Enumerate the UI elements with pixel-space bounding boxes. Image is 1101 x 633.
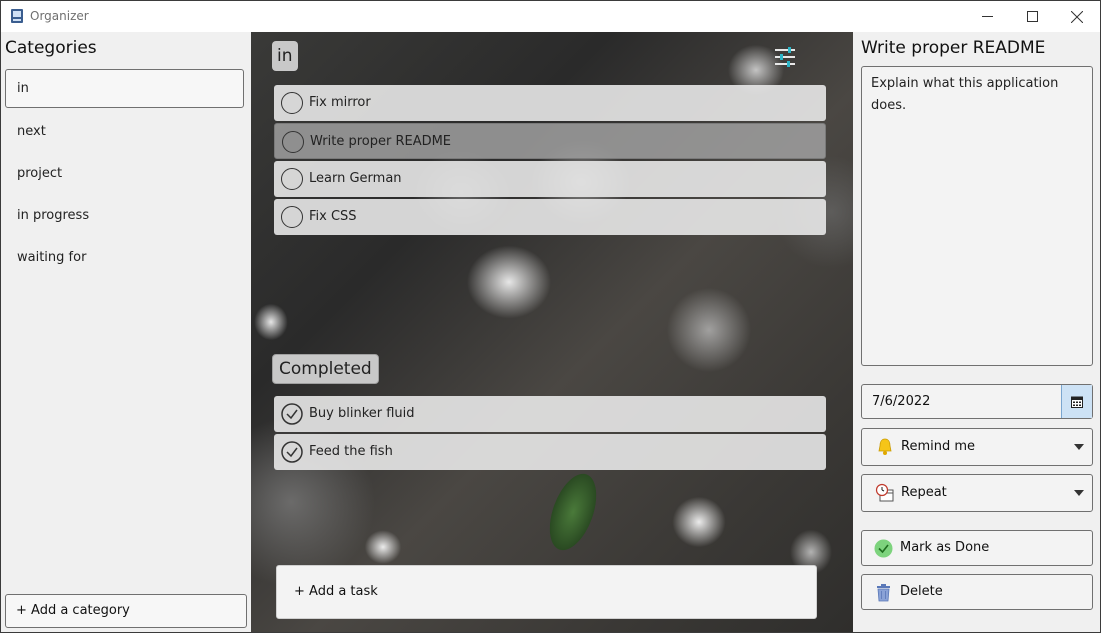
calendar-button[interactable]: [1061, 385, 1092, 418]
repeat-clock-icon: [875, 483, 894, 502]
add-task-input[interactable]: + Add a task: [276, 565, 817, 619]
task-label: Feed the fish: [309, 444, 393, 459]
repeat-label: Repeat: [901, 485, 947, 500]
task-complete-toggle[interactable]: [281, 92, 303, 114]
background-leaf: [540, 467, 606, 557]
due-date-value: 7/6/2022: [872, 394, 931, 409]
task-complete-toggle[interactable]: [281, 168, 303, 190]
add-category-button[interactable]: + Add a category: [5, 594, 247, 628]
category-item-next[interactable]: next: [5, 112, 244, 151]
sliders-icon: [775, 47, 795, 67]
close-icon: [1071, 10, 1083, 23]
filter-button[interactable]: [770, 44, 800, 70]
minimize-button[interactable]: [964, 1, 1010, 32]
task-label: Fix mirror: [309, 95, 371, 110]
category-item-in-progress[interactable]: in progress: [5, 196, 244, 235]
task-notes-field[interactable]: Explain what this application does.: [861, 66, 1093, 366]
task-row[interactable]: Fix mirror: [274, 85, 826, 121]
window-title: Organizer: [30, 9, 89, 23]
completed-task-row[interactable]: Feed the fish: [274, 434, 826, 470]
task-detail-title[interactable]: Write proper README: [861, 38, 1045, 58]
completed-task-row[interactable]: Buy blinker fluid: [274, 396, 826, 432]
delete-label: Delete: [900, 584, 943, 599]
list-title: in: [272, 41, 298, 71]
task-label: Write proper README: [310, 134, 452, 149]
maximize-icon: [1026, 11, 1038, 22]
chevron-down-icon: [1074, 490, 1084, 496]
task-list-panel: in Fix mirror Write proper README Learn …: [251, 32, 853, 632]
completed-section-title: Completed: [272, 354, 379, 384]
task-label: Buy blinker fluid: [309, 406, 415, 421]
trash-icon: [877, 584, 890, 602]
due-date-picker[interactable]: 7/6/2022: [861, 384, 1093, 419]
categories-panel: Categories in next project in progress w…: [1, 32, 251, 632]
maximize-button[interactable]: [1009, 1, 1055, 32]
title-bar: Organizer: [1, 1, 1100, 32]
bell-icon: [878, 438, 892, 455]
task-row[interactable]: Write proper README: [274, 123, 826, 159]
mark-as-done-label: Mark as Done: [900, 540, 990, 555]
task-detail-panel: Write proper README Explain what this ap…: [853, 32, 1100, 632]
app-window: Organizer Categories in next project in …: [0, 0, 1101, 633]
checkmark-circle-icon[interactable]: [281, 403, 303, 425]
task-label: Learn German: [309, 171, 402, 186]
calendar-icon: [1071, 396, 1083, 408]
app-icon: [11, 9, 23, 23]
mark-as-done-button[interactable]: Mark as Done: [861, 530, 1093, 566]
category-item-project[interactable]: project: [5, 154, 244, 193]
category-item-in[interactable]: in: [5, 69, 244, 108]
category-item-waiting-for[interactable]: waiting for: [5, 238, 244, 277]
delete-button[interactable]: Delete: [861, 574, 1093, 610]
categories-heading: Categories: [5, 38, 97, 58]
check-circle-icon: [874, 539, 893, 558]
task-row[interactable]: Fix CSS: [274, 199, 826, 235]
checkmark-circle-icon[interactable]: [281, 441, 303, 463]
task-complete-toggle[interactable]: [282, 131, 304, 153]
minimize-icon: [981, 16, 993, 17]
task-row[interactable]: Learn German: [274, 161, 826, 197]
remind-me-label: Remind me: [901, 439, 976, 454]
repeat-dropdown[interactable]: Repeat: [861, 474, 1093, 512]
task-complete-toggle[interactable]: [281, 206, 303, 228]
chevron-down-icon: [1074, 444, 1084, 450]
task-label: Fix CSS: [309, 209, 357, 224]
close-button[interactable]: [1054, 1, 1100, 32]
remind-me-dropdown[interactable]: Remind me: [861, 428, 1093, 466]
